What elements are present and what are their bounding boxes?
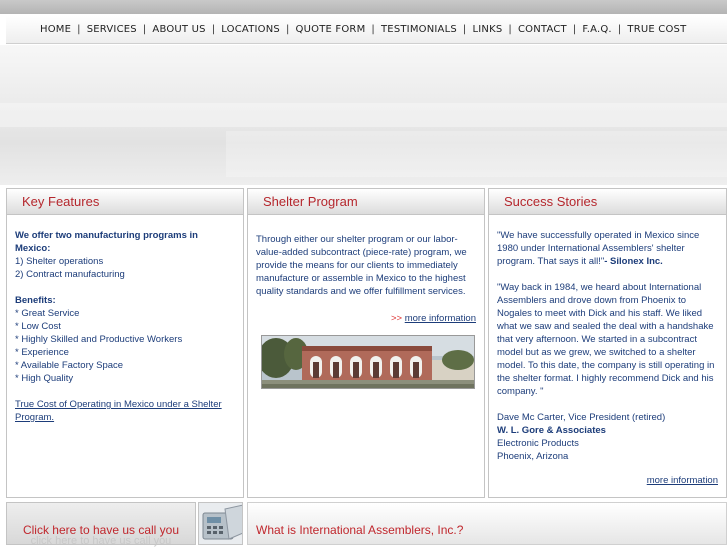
nav-separator: |	[211, 24, 216, 35]
success-stories-title: Success Stories	[489, 189, 726, 215]
nav-separator: |	[142, 24, 147, 35]
nav-separator: |	[285, 24, 290, 35]
programs-heading: We offer two manufacturing programs in M…	[15, 230, 198, 254]
nav-about-us[interactable]: ABOUT US	[152, 24, 205, 35]
success-stories-panel: Success Stories "We have successfully op…	[488, 188, 727, 498]
nav-links[interactable]: LINKS	[473, 24, 503, 35]
header-banner	[0, 45, 727, 185]
banner-band	[0, 103, 727, 127]
what-is-heading: What is International Assemblers, Inc.?	[247, 502, 727, 545]
factory-building-image	[262, 336, 474, 388]
testimonial-company: W. L. Gore & Associates	[497, 425, 606, 436]
benefits-heading: Benefits:	[15, 295, 56, 306]
benefit-item: * Available Factory Space	[15, 360, 124, 371]
nav-contact[interactable]: CONTACT	[518, 24, 567, 35]
program-item: 1) Shelter operations	[15, 256, 104, 267]
shelter-more-link[interactable]: more information	[405, 313, 476, 324]
testimonial-quote: "Way back in 1984, we heard about Intern…	[497, 282, 715, 397]
factory-photo	[261, 335, 475, 389]
banner-band	[226, 131, 727, 177]
nav-locations[interactable]: LOCATIONS	[221, 24, 280, 35]
quote-author: - Silonex Inc.	[604, 256, 663, 267]
call-us-button[interactable]: Click here to have us call you click her…	[6, 502, 196, 547]
testimonial-person: Dave Mc Carter, Vice President (retired)	[497, 412, 666, 423]
benefit-item: * High Quality	[15, 373, 74, 384]
success-more-link[interactable]: more information	[647, 475, 718, 486]
nav-f-a-q[interactable]: F.A.Q.	[582, 24, 611, 35]
top-bar	[0, 0, 727, 14]
nav-quote-form[interactable]: QUOTE FORM	[296, 24, 366, 35]
shelter-program-text: Through either our shelter program or ou…	[256, 234, 467, 297]
nav-separator: |	[77, 24, 81, 35]
key-features-title: Key Features	[7, 189, 243, 215]
nav-separator: |	[617, 24, 622, 35]
testimonial-division: Electronic Products	[497, 438, 579, 449]
nav-services[interactable]: SERVICES	[87, 24, 137, 35]
key-features-panel: Key Features We offer two manufacturing …	[6, 188, 244, 498]
nav-true-cost[interactable]: TRUE COST	[627, 24, 686, 35]
benefit-item: * Experience	[15, 347, 69, 358]
more-arrow-icon: >>	[390, 313, 403, 324]
true-cost-link[interactable]: True Cost of Operating in Mexico under a…	[15, 399, 222, 423]
testimonial-location: Phoenix, Arizona	[497, 451, 569, 462]
nav-testimonials[interactable]: TESTIMONIALS	[381, 24, 457, 35]
nav-separator: |	[572, 24, 577, 35]
benefit-item: * Highly Skilled and Productive Workers	[15, 334, 183, 345]
main-nav: HOME | SERVICES | ABOUT US | LOCATIONS | QUOTE F…	[6, 16, 727, 44]
nav-separator: |	[371, 24, 375, 35]
shelter-program-panel: Shelter Program Through either our shelt…	[247, 188, 485, 498]
shelter-program-title: Shelter Program	[248, 189, 484, 215]
testimonial-quote: "We have successfully operated in Mexico…	[497, 229, 718, 268]
quote-text: "We have successfully operated in Mexico…	[497, 230, 700, 267]
program-item: 2) Contract manufacturing	[15, 269, 125, 280]
nav-home[interactable]: HOME	[40, 24, 71, 35]
nav-separator: |	[508, 24, 512, 35]
phone-icon	[198, 502, 243, 545]
call-us-reflection: click here to have us call you	[30, 535, 172, 547]
benefit-item: * Great Service	[15, 308, 80, 319]
nav-separator: |	[462, 24, 467, 35]
benefit-item: * Low Cost	[15, 321, 61, 332]
